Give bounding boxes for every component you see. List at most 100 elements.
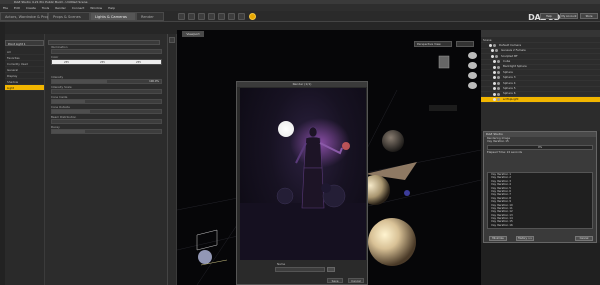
parameter-slider[interactable] <box>51 109 162 114</box>
lock-icon[interactable] <box>497 60 500 64</box>
lock-icon[interactable] <box>493 44 496 48</box>
menu-create[interactable]: Create <box>26 6 36 10</box>
parameter-slider[interactable] <box>51 99 162 104</box>
render-window-title: Render (1/1) <box>237 82 367 87</box>
color-channel-value[interactable]: 255 <box>100 60 105 65</box>
render-sphere-3 <box>321 183 331 193</box>
camera-widget[interactable] <box>438 55 450 69</box>
menu-edit[interactable]: Edit <box>14 6 20 10</box>
help-button[interactable]: Help <box>540 13 558 19</box>
parameter-slider[interactable] <box>51 119 162 124</box>
progress-log-line: Iray Iteration 16 <box>491 222 513 227</box>
menu-file[interactable]: File <box>3 6 8 10</box>
pane-options-icon[interactable] <box>169 37 175 43</box>
render-window: Render (1/1) Name Save Cancel <box>236 81 368 285</box>
rendered-image <box>240 88 366 260</box>
select-tool-icon[interactable] <box>178 13 185 20</box>
visibility-eye-icon[interactable] <box>493 60 496 64</box>
color-channel-value[interactable]: 255 <box>136 60 141 65</box>
render-lightbulb-icon[interactable] <box>249 13 256 20</box>
lock-icon[interactable] <box>497 97 500 101</box>
visibility-eye-icon[interactable] <box>491 54 494 58</box>
visibility-eye-icon[interactable] <box>493 81 496 85</box>
viewport-tab[interactable]: Viewport <box>182 31 204 37</box>
scene-item[interactable]: sciTopLight <box>481 97 600 103</box>
universal-tool-icon[interactable] <box>188 13 195 20</box>
frame-icon[interactable] <box>468 82 477 89</box>
pan-icon[interactable] <box>468 62 477 69</box>
tab-render[interactable]: Render <box>136 12 164 21</box>
translate-tool-icon[interactable] <box>208 13 215 20</box>
progress-percent: 0% <box>537 145 543 149</box>
property-group-item[interactable]: Light <box>5 85 44 91</box>
node-weight-tool-icon[interactable] <box>228 13 235 20</box>
store-button[interactable]: Store <box>580 13 598 19</box>
render-name-dropdown[interactable] <box>327 267 335 272</box>
visibility-eye-icon[interactable] <box>491 49 494 53</box>
render-name-label: Name <box>277 262 286 266</box>
parameter-row: Beam Distribution <box>51 116 162 125</box>
scene-lights-gizmo <box>196 229 228 266</box>
scene-header-label: Scene <box>483 37 492 42</box>
lock-icon[interactable] <box>497 92 500 96</box>
my-account-button[interactable]: My Account <box>560 13 578 19</box>
property-groups-panel: Point Light 1 All Favorites Currently Used… <box>5 34 45 285</box>
menu-render[interactable]: Render <box>55 6 66 10</box>
zoom-icon[interactable] <box>468 72 477 79</box>
parameter-row: Intensity 100.0% <box>51 76 162 85</box>
visibility-eye-icon[interactable] <box>493 76 496 80</box>
tab-actors-wardrobe[interactable]: Actors, Wardrobe & Props <box>0 12 51 21</box>
lock-icon[interactable] <box>497 65 500 69</box>
viewport-controls[interactable] <box>456 41 474 47</box>
visibility-eye-icon[interactable] <box>489 44 492 48</box>
parameter-value: 100.0% <box>149 80 159 83</box>
menu-window[interactable]: Window <box>90 6 102 10</box>
render-settings-icon[interactable] <box>238 13 245 20</box>
parameter-slider[interactable]: 100.0% <box>51 79 162 84</box>
render-name-input[interactable] <box>275 267 325 272</box>
minimize-button[interactable]: Minimize <box>489 236 507 241</box>
tab-lights-cameras[interactable]: Lights & Cameras <box>90 12 136 21</box>
scene-panel: Scene Default Camera Genesis 2 Female Scul… <box>481 30 600 131</box>
progress-log: Iray Iteration 1 Iray Iteration 2 Iray Ite… <box>487 172 593 229</box>
lock-icon[interactable] <box>497 76 500 80</box>
app-window: { "window": {"title": "DAZ Studio 4.21 P… <box>0 0 600 285</box>
progress-cancel-button[interactable]: Cancel <box>575 236 593 241</box>
visibility-eye-icon[interactable] <box>493 97 496 101</box>
menu-bar: File Edit Create Tools Render Connect Wi… <box>0 4 600 11</box>
lock-icon[interactable] <box>497 71 500 75</box>
visibility-eye-icon[interactable] <box>493 65 496 69</box>
lock-icon[interactable] <box>495 49 498 53</box>
render-cancel-button[interactable]: Cancel <box>348 278 364 283</box>
color-channel-value[interactable]: 255 <box>64 60 69 65</box>
parameter-slider[interactable] <box>51 89 162 94</box>
visibility-eye-icon[interactable] <box>493 71 496 75</box>
render-hand-light <box>342 142 350 150</box>
lock-icon[interactable] <box>495 54 498 58</box>
menu-help[interactable]: Help <box>108 6 115 10</box>
lock-icon[interactable] <box>497 87 500 91</box>
render-save-button[interactable]: Save <box>327 278 343 283</box>
tab-props-scenes[interactable]: Props & Scenes <box>48 12 90 21</box>
history-button[interactable]: History >> <box>516 236 534 241</box>
pane-tab-bar: Actors, Wardrobe & Props Props & Scenes … <box>0 11 600 22</box>
menu-connect[interactable]: Connect <box>72 6 84 10</box>
viewport-sphere-large <box>368 218 416 266</box>
parameter-slider[interactable]: 255 255 255 <box>51 59 162 65</box>
lock-icon[interactable] <box>497 81 500 85</box>
progress-iteration: Iray Iteration 15 <box>487 139 509 144</box>
visibility-eye-icon[interactable] <box>493 92 496 96</box>
orbit-icon[interactable] <box>468 52 477 59</box>
parameter-slider[interactable] <box>51 49 162 54</box>
scale-tool-icon[interactable] <box>218 13 225 20</box>
parameter-slider[interactable] <box>51 129 162 134</box>
viewport-sphere-dark <box>382 130 404 152</box>
render-preview <box>240 118 366 260</box>
menu-tools[interactable]: Tools <box>42 6 49 10</box>
parameters-panel: Illumination Color 255 255 255 Intensity 100.0… <box>45 34 168 285</box>
node-selector[interactable]: Point Light 1 <box>5 40 44 46</box>
progress-bar: 0% <box>487 144 593 150</box>
rotate-tool-icon[interactable] <box>198 13 205 20</box>
visibility-eye-icon[interactable] <box>493 87 496 91</box>
camera-selector[interactable]: Perspective View <box>414 41 452 47</box>
